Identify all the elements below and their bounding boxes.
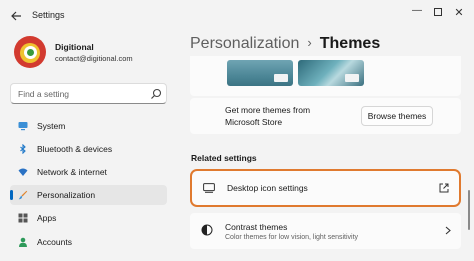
scrollbar[interactable] xyxy=(468,190,470,230)
desktop-icon-settings-card[interactable]: Desktop icon settings xyxy=(190,169,461,207)
back-arrow-icon xyxy=(10,11,21,21)
sidebar-item-bluetooth[interactable]: Bluetooth & devices xyxy=(10,139,167,159)
search-box[interactable]: Find a setting xyxy=(10,83,167,104)
browse-themes-button[interactable]: Browse themes xyxy=(361,106,433,126)
user-name: Digitional xyxy=(55,42,94,52)
minimize-icon: — xyxy=(412,4,422,16)
monitor-icon xyxy=(18,122,28,131)
section-heading: Related settings xyxy=(191,153,257,163)
bluetooth-icon xyxy=(20,144,26,154)
title-bar: Settings — ✕ xyxy=(0,0,474,32)
contrast-themes-card[interactable]: Contrast themes Color themes for low vis… xyxy=(190,213,461,249)
open-external-icon xyxy=(439,183,449,193)
paintbrush-icon xyxy=(18,190,28,200)
close-button[interactable]: ✕ xyxy=(450,4,468,20)
wifi-icon xyxy=(18,168,28,176)
back-button[interactable] xyxy=(6,7,26,25)
breadcrumb: Personalization › Themes xyxy=(190,35,380,53)
store-card: Get more themes from Microsoft Store Bro… xyxy=(190,98,461,134)
maximize-icon xyxy=(434,8,442,16)
store-text-line2: Microsoft Store xyxy=(225,117,283,127)
setting-description: Color themes for low vision, light sensi… xyxy=(225,234,359,241)
sidebar-item-accounts[interactable]: Accounts xyxy=(10,232,167,252)
store-text-line1: Get more themes from xyxy=(225,105,311,115)
sidebar-item-system[interactable]: System xyxy=(10,116,167,136)
setting-label: Contrast themes xyxy=(225,222,288,232)
sidebar-item-personalization[interactable]: Personalization xyxy=(10,185,167,205)
user-email: contact@digitional.com xyxy=(55,54,133,63)
sidebar-item-label: Bluetooth & devices xyxy=(37,144,113,154)
chevron-right-icon xyxy=(445,226,451,235)
breadcrumb-separator: › xyxy=(307,35,312,50)
maximize-button[interactable] xyxy=(429,4,447,20)
avatar[interactable] xyxy=(14,36,46,68)
theme-gallery xyxy=(190,56,461,96)
theme-thumbnail[interactable] xyxy=(298,60,364,86)
contrast-icon xyxy=(201,224,213,236)
sidebar-item-label: Personalization xyxy=(37,190,96,200)
theme-thumbnail[interactable] xyxy=(227,60,293,86)
sidebar-item-label: Network & internet xyxy=(37,167,107,177)
search-icon xyxy=(151,88,162,99)
sidebar-item-apps[interactable]: Apps xyxy=(10,208,167,228)
sidebar-item-label: Accounts xyxy=(37,237,72,247)
sidebar-item-label: Apps xyxy=(37,213,57,223)
setting-label: Desktop icon settings xyxy=(227,183,308,193)
desktop-icon xyxy=(203,183,215,193)
app-title: Settings xyxy=(32,10,65,20)
breadcrumb-parent[interactable]: Personalization xyxy=(190,35,299,52)
minimize-button[interactable]: — xyxy=(408,2,426,18)
person-icon xyxy=(19,237,27,247)
sidebar-item-network[interactable]: Network & internet xyxy=(10,162,167,182)
sidebar-item-label: System xyxy=(37,121,66,131)
active-indicator xyxy=(10,190,13,200)
close-icon: ✕ xyxy=(454,6,464,19)
apps-icon xyxy=(18,213,28,223)
search-input[interactable]: Find a setting xyxy=(18,89,69,99)
page-title: Themes xyxy=(319,35,381,52)
